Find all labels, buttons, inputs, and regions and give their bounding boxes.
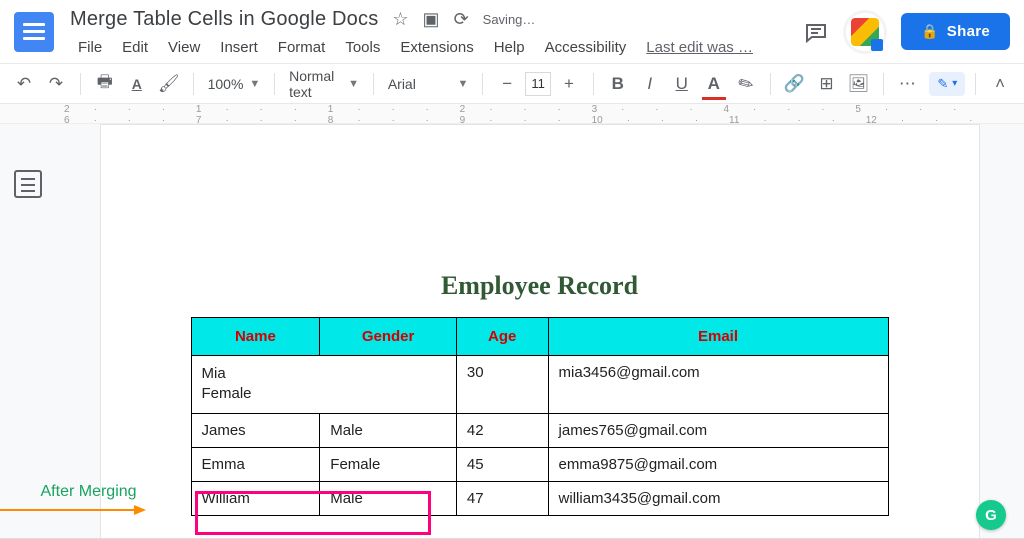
star-icon[interactable]: ☆ xyxy=(392,10,408,28)
print-icon[interactable]: 🖶 xyxy=(91,70,119,98)
title-bar: Merge Table Cells in Google Docs ☆ ▣ ⟳ S… xyxy=(0,0,1024,64)
spellcheck-icon[interactable]: A xyxy=(123,70,151,98)
cell-name[interactable]: William xyxy=(191,481,320,515)
saving-status: Saving… xyxy=(483,12,536,27)
bold-button[interactable]: B xyxy=(604,70,632,98)
menu-insert[interactable]: Insert xyxy=(212,36,266,59)
undo-button[interactable]: ↶ xyxy=(10,70,38,98)
share-label: Share xyxy=(947,23,990,40)
menu-format[interactable]: Format xyxy=(270,36,334,59)
menu-edit[interactable]: Edit xyxy=(114,36,156,59)
redo-button[interactable]: ↷ xyxy=(42,70,70,98)
font-value: Arial xyxy=(388,76,416,92)
annotation: After Merging xyxy=(41,483,137,501)
docs-logo-icon[interactable] xyxy=(14,12,54,52)
document-title[interactable]: Merge Table Cells in Google Docs xyxy=(70,8,378,31)
cell-email[interactable]: emma9875@gmail.com xyxy=(548,447,888,481)
ruler-tick: 2 xyxy=(64,104,70,115)
cell-age[interactable]: 45 xyxy=(456,447,548,481)
annotation-arrow-line xyxy=(0,509,136,511)
menu-accessibility[interactable]: Accessibility xyxy=(537,36,635,59)
highlight-button[interactable]: ✎ xyxy=(727,64,765,102)
paint-format-icon[interactable]: 🖌 xyxy=(155,70,183,98)
comments-icon[interactable] xyxy=(795,11,837,53)
cell-gender[interactable]: Male xyxy=(320,413,457,447)
underline-button[interactable]: U xyxy=(668,70,696,98)
ruler[interactable]: 2· · · 1· · · 1· · · 2· · · 3· · · 4· · … xyxy=(0,104,1024,124)
insert-link-icon[interactable]: 🔗 xyxy=(781,70,809,98)
menu-bar: File Edit View Insert Format Tools Exten… xyxy=(70,36,761,59)
last-edit-link[interactable]: Last edit was … xyxy=(638,36,761,59)
cell-gender[interactable]: Male xyxy=(320,481,457,515)
table-row: William Male 47 william3435@gmail.com xyxy=(191,481,888,515)
table-header-row: Name Gender Age Email xyxy=(191,318,888,356)
annotation-text: After Merging xyxy=(41,483,137,501)
move-icon[interactable]: ▣ xyxy=(423,10,440,28)
pencil-icon: ✎ xyxy=(937,76,948,92)
outline-icon[interactable] xyxy=(14,170,42,198)
table-row: Emma Female 45 emma9875@gmail.com xyxy=(191,447,888,481)
menu-help[interactable]: Help xyxy=(486,36,533,59)
menu-file[interactable]: File xyxy=(70,36,110,59)
zoom-value: 100% xyxy=(208,76,244,92)
cell-email[interactable]: james765@gmail.com xyxy=(548,413,888,447)
font-select[interactable]: Arial▼ xyxy=(384,76,473,92)
paragraph-style-select[interactable]: Normal text▼ xyxy=(285,68,363,100)
annotation-arrow-head xyxy=(134,505,146,515)
font-size-input[interactable]: 11 xyxy=(525,72,551,96)
col-email[interactable]: Email xyxy=(548,318,888,356)
style-value: Normal text xyxy=(289,68,342,100)
toolbar: ↶ ↷ 🖶 A 🖌 100%▼ Normal text▼ Arial▼ − 11… xyxy=(0,64,1024,104)
text-color-button[interactable]: A xyxy=(700,70,728,98)
ruler-tick: 5 xyxy=(855,104,861,115)
italic-button[interactable]: I xyxy=(636,70,664,98)
menu-view[interactable]: View xyxy=(160,36,208,59)
cell-gender[interactable]: Female xyxy=(320,447,457,481)
employee-table[interactable]: Name Gender Age Email Mia Female 30 mia3… xyxy=(191,317,889,516)
title-row: Merge Table Cells in Google Docs ☆ ▣ ⟳ S… xyxy=(70,4,761,34)
col-gender[interactable]: Gender xyxy=(320,318,457,356)
page[interactable]: Employee Record Name Gender Age Email Mi… xyxy=(100,124,980,539)
document-heading[interactable]: Employee Record xyxy=(191,271,889,301)
col-age[interactable]: Age xyxy=(456,318,548,356)
table-row: James Male 42 james765@gmail.com xyxy=(191,413,888,447)
cloud-sync-icon: ⟳ xyxy=(454,10,469,28)
font-size-plus[interactable]: + xyxy=(555,70,583,98)
insert-image-icon[interactable]: 🖼 xyxy=(845,70,873,98)
cell-age[interactable]: 30 xyxy=(456,356,548,414)
collapse-toolbar-icon[interactable]: ˄ xyxy=(986,70,1014,98)
workspace: Employee Record Name Gender Age Email Mi… xyxy=(0,124,1024,539)
cell-email[interactable]: mia3456@gmail.com xyxy=(548,356,888,414)
col-name[interactable]: Name xyxy=(191,318,320,356)
ruler-tick: 1 xyxy=(328,104,334,115)
add-comment-icon[interactable]: ⊞ xyxy=(813,70,841,98)
font-size-minus[interactable]: − xyxy=(493,70,521,98)
ruler-tick: 2 xyxy=(460,104,466,115)
cell-name[interactable]: James xyxy=(191,413,320,447)
grammarly-icon[interactable]: G xyxy=(976,500,1006,530)
meet-avatar[interactable] xyxy=(843,10,887,54)
merged-cell[interactable]: Mia Female xyxy=(191,356,456,414)
cell-email[interactable]: william3435@gmail.com xyxy=(548,481,888,515)
zoom-select[interactable]: 100%▼ xyxy=(204,76,265,92)
share-button[interactable]: 🔒 Share xyxy=(901,13,1010,50)
menu-extensions[interactable]: Extensions xyxy=(392,36,481,59)
cell-name[interactable]: Emma xyxy=(191,447,320,481)
more-tools-icon[interactable]: ⋯ xyxy=(893,70,921,98)
canvas[interactable]: Employee Record Name Gender Age Email Mi… xyxy=(55,124,1024,539)
menu-tools[interactable]: Tools xyxy=(337,36,388,59)
editing-mode-button[interactable]: ✎▾ xyxy=(929,72,965,96)
ruler-tick: 4 xyxy=(723,104,729,115)
lock-icon: 🔒 xyxy=(921,23,939,40)
left-gutter xyxy=(0,124,55,539)
cell-age[interactable]: 47 xyxy=(456,481,548,515)
cell-age[interactable]: 42 xyxy=(456,413,548,447)
table-row: Mia Female 30 mia3456@gmail.com xyxy=(191,356,888,414)
ruler-tick: 3 xyxy=(592,104,598,115)
ruler-tick: 1 xyxy=(196,104,202,115)
